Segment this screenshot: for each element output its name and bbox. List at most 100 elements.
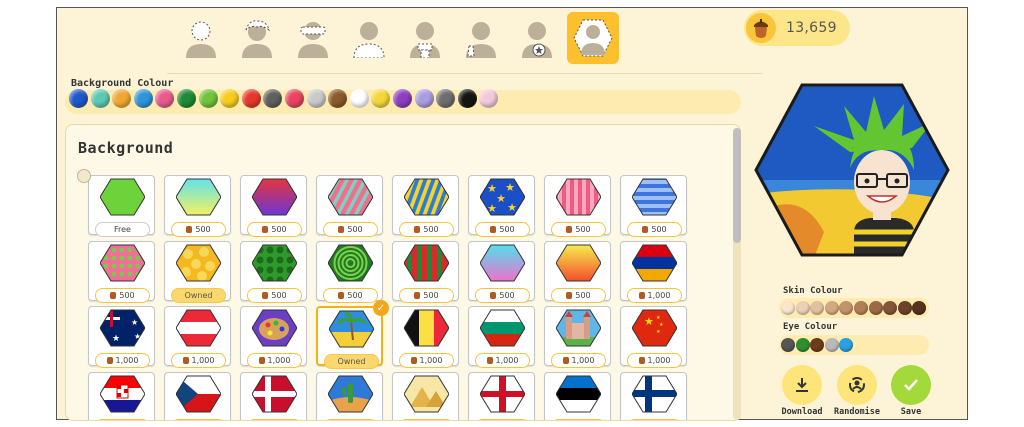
randomise-button[interactable] [837,365,877,405]
coin-balance: 13,659 [744,10,850,46]
background-option-bg-finland[interactable]: 1,000 [620,372,687,420]
colour-swatch[interactable] [868,301,883,315]
tab-accessory[interactable] [455,12,507,64]
colour-swatch[interactable] [90,89,110,108]
coin-count: 13,659 [786,20,837,36]
colour-swatch[interactable] [897,301,912,315]
price-tag: 1,000 [323,419,378,420]
background-option-bg-australia[interactable]: ★ ★ ★ 1,000 [88,306,155,368]
price-label: Owned [337,357,366,366]
bg-pink-green-polka-swatch [100,244,145,282]
acorn-icon [262,226,269,233]
download-label: Download [781,407,823,417]
tab-body[interactable] [343,12,395,64]
colour-swatch[interactable] [306,89,326,108]
price-tag: 1,000 [171,353,226,368]
background-option-bg-art-palette[interactable]: 1,000 [240,306,307,368]
background-option-bg-green-dots[interactable]: 500 [240,241,307,303]
background-option-bg-egypt[interactable]: 1,000 [392,372,459,420]
background-option-bg-belgium[interactable]: 1,000 [392,306,459,368]
scrollbar-thumb[interactable] [733,128,741,243]
tab-hair[interactable] [231,12,283,64]
background-option-bg-stars[interactable]: ★ ★ ★ ★ ★ 500 [468,175,535,237]
background-option-bg-czech[interactable]: 1,000 [164,372,231,420]
tab-head-shape[interactable] [175,12,227,64]
bg-red-green-stripes-swatch [404,244,449,282]
price-tag: 1,000 [551,353,606,368]
background-option-bg-red-yellow-gradient[interactable]: 500 [544,241,611,303]
price-tag: 500 [95,288,150,303]
background-option-bg-green[interactable]: Free [88,175,155,237]
colour-swatch[interactable] [781,301,795,315]
background-option-bg-red-green-stripes[interactable]: 500 [392,241,459,303]
background-option-bg-denmark[interactable]: 1,000 [240,372,307,420]
bg-green-rings-swatch [328,244,373,282]
background-option-bg-beach[interactable]: Owned ✓ [316,300,389,369]
background-option-bg-croatia[interactable]: 1,000 [88,372,155,420]
bg-egypt-swatch [404,375,449,413]
bg-czech-swatch [176,375,221,413]
colour-swatch[interactable] [393,89,412,108]
price-tag: 1,000 [627,419,682,420]
background-option-bg-armenia[interactable]: 1,000 [620,241,687,303]
background-option-bg-castle[interactable]: 1,000 [544,306,611,368]
colour-swatch[interactable] [795,338,810,352]
background-option-bg-cyan-pink-gradient[interactable]: 500 [468,241,535,303]
svg-text:★: ★ [656,329,661,335]
star-badge-icon [522,22,552,58]
colour-swatch[interactable] [241,89,261,108]
svg-text:★: ★ [505,181,515,194]
acorn-icon [414,226,421,233]
colour-swatch[interactable] [781,338,795,352]
colour-swatch[interactable] [795,301,810,315]
price-tag: 500 [551,288,606,303]
tab-badge[interactable] [511,12,563,64]
colour-swatch[interactable] [177,89,196,108]
background-option-bg-blue-stripes[interactable]: 500 [620,175,687,237]
background-option-bg-estonia[interactable]: 1,000 [544,372,611,420]
background-option-bg-yellow-blue-chevron[interactable]: 500 [392,175,459,237]
price-tag: 1,000 [247,419,302,420]
price-label: 500 [423,225,439,234]
colour-swatch[interactable] [349,89,369,108]
background-option-bg-austria[interactable]: 1,000 [164,306,231,368]
background-option-bg-desert[interactable]: 1,000 [316,372,383,420]
acorn-icon [566,292,573,299]
background-hexagon-icon [573,19,613,57]
acorn-icon [638,357,645,364]
colour-swatch[interactable] [285,89,304,108]
background-option-bg-pink-stripes[interactable]: 500 [544,175,611,237]
colour-swatch[interactable] [824,301,839,315]
tab-clothing[interactable] [399,12,451,64]
colour-swatch[interactable] [69,89,88,108]
download-button[interactable] [782,365,822,405]
background-option-bg-yellow-polka[interactable]: Owned [164,241,231,303]
price-label: 500 [271,291,287,300]
background-option-bg-pink-teal-diagonal[interactable]: 500 [316,175,383,237]
background-colour-label: Background Colour [71,78,174,89]
background-option-bg-red-purple-gradient[interactable]: 500 [240,175,307,237]
colour-swatch[interactable] [457,89,477,108]
bg-bulgaria-swatch [480,309,525,347]
price-label: 500 [575,225,591,234]
colour-swatch[interactable] [414,89,434,108]
palette-badge-icon [77,169,91,183]
colour-swatch[interactable] [133,89,153,108]
acorn-icon [414,292,421,299]
background-option-bg-green-rings[interactable]: 500 [316,241,383,303]
background-option-bg-cyan-yellow-gradient[interactable]: 500 [164,175,231,237]
colour-swatch[interactable] [824,338,839,352]
bg-china-swatch: ★ ★★★ [632,309,677,347]
save-button[interactable] [891,365,931,405]
price-label: 1,000 [495,356,519,365]
colour-swatch[interactable] [198,89,218,108]
tab-eyes[interactable] [287,12,339,64]
price-label: 1,000 [115,356,139,365]
colour-swatch[interactable] [854,301,868,315]
bg-stars-swatch: ★ ★★★ ★ [480,178,525,216]
background-option-bg-china[interactable]: ★ ★ ★ ★ 1,000 [620,306,687,368]
background-option-bg-england[interactable]: 1,000 [468,372,535,420]
background-option-bg-pink-green-polka[interactable]: 500 [88,241,155,303]
tab-background[interactable] [567,12,619,64]
background-option-bg-bulgaria[interactable]: 1,000 [468,306,535,368]
